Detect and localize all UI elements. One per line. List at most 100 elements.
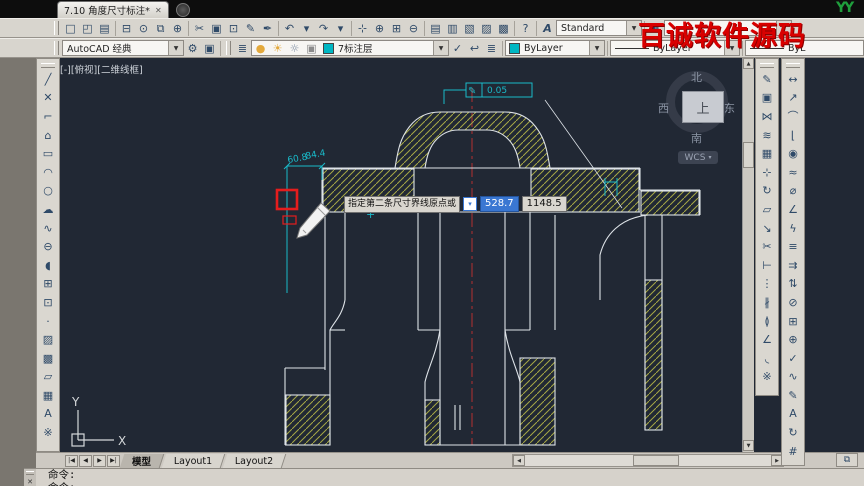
make-block-button[interactable]: ⊡	[39, 293, 57, 312]
sheet-set-manager-button[interactable]: ▨	[478, 20, 495, 37]
construction-line-button[interactable]: ✕	[39, 89, 57, 108]
new-button[interactable]: □	[62, 20, 79, 37]
dim-inspect-button[interactable]: ✓	[784, 349, 802, 368]
selection-grip[interactable]	[282, 215, 297, 225]
command-window-grip[interactable]: ✕	[24, 468, 36, 486]
text-style-icon[interactable]: A	[539, 20, 556, 37]
ellipse-arc-button[interactable]: ◖	[39, 256, 57, 275]
toolbar-grip[interactable]	[41, 63, 55, 68]
scale-button[interactable]: ▱	[758, 200, 776, 219]
dim-text-edit-button[interactable]: A	[784, 405, 802, 424]
save-button[interactable]: ▤	[96, 20, 113, 37]
toolbar-grip[interactable]	[54, 41, 59, 55]
model-space-canvas[interactable]: 60.8 84.4 ✎ 0.05 Y X [-][俯视][二维线框] 上 北 西…	[54, 58, 864, 452]
close-tab-icon[interactable]: ✕	[155, 6, 162, 15]
tolerance-button[interactable]: ⊞	[784, 312, 802, 331]
color-combo[interactable]: ByLayer ▼	[505, 40, 605, 56]
zoom-realtime-button[interactable]: ⊕	[371, 20, 388, 37]
extend-button[interactable]: ⊢	[758, 256, 776, 275]
erase-button[interactable]: ✎	[758, 70, 776, 89]
zoom-previous-button[interactable]: ⊖	[405, 20, 422, 37]
toolbar-grip[interactable]	[786, 63, 800, 68]
new-drawing-tab-button[interactable]	[176, 3, 190, 17]
dim-break-button[interactable]: ⊘	[784, 293, 802, 312]
fillet-button[interactable]: ◟	[758, 349, 776, 368]
dynamic-input-x-field[interactable]: 528.7	[480, 196, 519, 212]
chevron-down-icon[interactable]: ▼	[589, 41, 604, 55]
revision-cloud-button[interactable]: ☁	[39, 200, 57, 219]
layer-vp-freeze-icon[interactable]: ☼	[286, 40, 303, 57]
copy-button[interactable]: ▣	[758, 89, 776, 108]
point-button[interactable]: ·	[39, 312, 57, 331]
drawing-file-tab[interactable]: 7.10 角度尺寸标注* ✕	[57, 1, 169, 18]
compass-north-label[interactable]: 北	[691, 69, 702, 85]
dim-jogged-linear-button[interactable]: ∿	[784, 368, 802, 387]
dim-jogged-button[interactable]: ≈	[784, 163, 802, 182]
properties-palette-button[interactable]: ▤	[427, 20, 444, 37]
plot-button[interactable]: ⊟	[118, 20, 135, 37]
layer-thaw-sun-icon[interactable]: ☀	[269, 40, 286, 57]
paste-clip-button[interactable]: ⊡	[225, 20, 242, 37]
redo-button[interactable]: ↷	[315, 20, 332, 37]
undo-button[interactable]: ↶	[281, 20, 298, 37]
layer-combo[interactable]: ● ☀ ☼ ▣ 7标注层 ▼	[251, 40, 449, 56]
polygon-button[interactable]: ⌂	[39, 126, 57, 145]
toolbar-grip[interactable]	[760, 63, 774, 68]
chevron-down-icon[interactable]: ▼	[433, 41, 448, 55]
tool-palettes-button[interactable]: ▧	[461, 20, 478, 37]
hatch-button[interactable]: ▨	[39, 330, 57, 349]
dynamic-input-y-field[interactable]: 1148.5	[521, 196, 567, 212]
gradient-button[interactable]: ▩	[39, 349, 57, 368]
divide-button[interactable]: ※	[39, 423, 57, 442]
arc-button[interactable]: ◠	[39, 163, 57, 182]
line-button[interactable]: ╱	[39, 70, 57, 89]
chamfer-button[interactable]: ∠	[758, 330, 776, 349]
dim-aligned-button[interactable]: ↗	[784, 89, 802, 108]
wcs-dropdown[interactable]: WCS ▾	[678, 151, 718, 164]
close-command-window-icon[interactable]: ✕	[27, 478, 33, 486]
mirror-button[interactable]: ⋈	[758, 107, 776, 126]
dim-style-button[interactable]: #	[784, 442, 802, 461]
pan-button[interactable]: ⊹	[354, 20, 371, 37]
center-mark-button[interactable]: ⊕	[784, 330, 802, 349]
dim-edit-button[interactable]: ✎	[784, 386, 802, 405]
layer-lock-icon[interactable]: ▣	[303, 40, 320, 57]
scroll-up-arrow[interactable]: ▲	[743, 58, 754, 69]
join-button[interactable]: ≬	[758, 312, 776, 331]
last-tab-button[interactable]: ▶|	[107, 454, 120, 467]
rotate-button[interactable]: ↻	[758, 182, 776, 201]
dim-space-button[interactable]: ⇅	[784, 275, 802, 294]
markup-set-manager-button[interactable]: ▩	[495, 20, 512, 37]
3d-dwf-button[interactable]: ⊕	[169, 20, 186, 37]
next-tab-button[interactable]: ▶	[93, 454, 106, 467]
dim-baseline-button[interactable]: ≡	[784, 237, 802, 256]
trim-button[interactable]: ✂	[758, 237, 776, 256]
command-line-window[interactable]: 命令: 命令:	[36, 468, 864, 486]
dim-angular-button[interactable]: ∠	[784, 200, 802, 219]
tab-layout1[interactable]: Layout1	[161, 453, 226, 468]
prev-tab-button[interactable]: ◀	[79, 454, 92, 467]
dim-update-button[interactable]: ↻	[784, 423, 802, 442]
block-editor-button[interactable]: ✒	[259, 20, 276, 37]
spline-button[interactable]: ∿	[39, 219, 57, 238]
redo-dropdown[interactable]: ▾	[332, 20, 349, 37]
copy-clip-button[interactable]: ▣	[208, 20, 225, 37]
dim-linear-button[interactable]: ↔	[784, 70, 802, 89]
chevron-down-icon[interactable]: ▼	[168, 41, 183, 55]
scroll-down-arrow[interactable]: ▼	[743, 440, 754, 451]
stretch-button[interactable]: ↘	[758, 219, 776, 238]
toolbar-grip[interactable]	[226, 41, 231, 55]
workspace-combo[interactable]: AutoCAD 经典 ▼	[62, 40, 184, 56]
dynamic-input-options-icon[interactable]: ▾	[463, 197, 478, 211]
dim-continue-button[interactable]: ⇉	[784, 256, 802, 275]
designcenter-button[interactable]: ▥	[444, 20, 461, 37]
quick-dimension-button[interactable]: ϟ	[784, 219, 802, 238]
cut-button[interactable]: ✂	[191, 20, 208, 37]
break-button[interactable]: ∦	[758, 293, 776, 312]
circle-button[interactable]: ○	[39, 182, 57, 201]
canvas-vertical-scrollbar[interactable]: ▲ ▼	[742, 58, 754, 452]
workspace-settings-button[interactable]: ⚙	[184, 40, 201, 57]
table-button[interactable]: ▦	[39, 386, 57, 405]
scroll-left-arrow[interactable]: ◀	[513, 455, 525, 466]
polyline-button[interactable]: ⌐	[39, 107, 57, 126]
